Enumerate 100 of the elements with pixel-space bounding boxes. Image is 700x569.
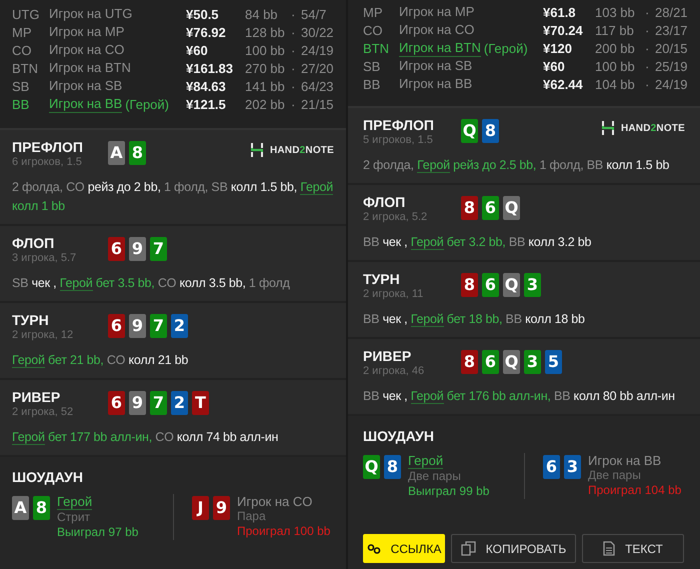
playing-card: 6 bbox=[108, 237, 125, 261]
hero-tag: (Герой) bbox=[484, 40, 528, 58]
playing-card: A bbox=[12, 496, 29, 520]
playing-card: 9 bbox=[129, 237, 146, 261]
player-name: Игрок на BB bbox=[399, 76, 472, 92]
playing-card: 6 bbox=[482, 196, 499, 220]
dot-separator: · bbox=[291, 24, 296, 42]
player-stats: 24/19 bbox=[655, 76, 688, 94]
playing-card: 3 bbox=[524, 273, 541, 297]
playing-card: 8 bbox=[129, 141, 146, 165]
stack-amount: ¥121.5 bbox=[186, 96, 227, 114]
player-name[interactable]: Игрок на BB bbox=[49, 96, 122, 113]
playing-card: 6 bbox=[108, 391, 125, 415]
hand-rank: Стрит bbox=[57, 510, 92, 525]
position-label: MP bbox=[363, 4, 384, 22]
player-name[interactable]: Герой bbox=[57, 494, 92, 510]
stack-bb: 103 bb bbox=[595, 4, 636, 22]
street-title: РИВЕР bbox=[12, 389, 62, 406]
action-line: Герой бет 21 bb, CO колл 21 bb bbox=[12, 352, 190, 370]
stack-bb: 84 bb bbox=[245, 6, 279, 24]
playing-card: 6 bbox=[108, 314, 125, 338]
position-label: SB bbox=[363, 58, 382, 76]
result-text: Проиграл 104 bb bbox=[588, 483, 682, 498]
logo-icon bbox=[600, 120, 615, 136]
position-label: BTN bbox=[12, 60, 39, 78]
playing-card: Q bbox=[461, 119, 478, 143]
playing-card: 8 bbox=[482, 119, 499, 143]
stack-bb: 141 bb bbox=[245, 78, 286, 96]
player-name: Игрок на SB bbox=[399, 58, 472, 74]
stack-bb: 117 bb bbox=[595, 22, 635, 40]
player-name: Игрок на SB bbox=[49, 78, 122, 94]
player-name: Игрок на CO bbox=[237, 494, 312, 509]
result-text: Проиграл 100 bb bbox=[237, 524, 330, 539]
dot-separator: · bbox=[291, 60, 296, 78]
player-name[interactable]: Игрок на BTN bbox=[399, 40, 481, 57]
street-title: ФЛОП bbox=[12, 235, 56, 252]
copy-button[interactable]: КОПИРОВАТЬ bbox=[451, 534, 576, 563]
action-line: BB чек , Герой бет 176 bb алл-ин, BB колл 80 bb алл-ин bbox=[363, 388, 676, 406]
dot-separator: · bbox=[291, 96, 296, 114]
street-title: ПРЕФЛОП bbox=[363, 117, 435, 134]
playing-card: 9 bbox=[129, 314, 146, 338]
playing-card: 3 bbox=[524, 350, 541, 374]
action-line: Герой бет 177 bb алл-ин, CO колл 74 bb алл-ин bbox=[12, 429, 280, 447]
street-title: ТУРН bbox=[363, 271, 401, 288]
player-stats: 23/17 bbox=[655, 22, 688, 40]
street-info: 2 игрока, 52 bbox=[12, 406, 74, 419]
link-button[interactable]: ССЫЛКА bbox=[363, 534, 445, 563]
stack-bb: 200 bb bbox=[595, 40, 636, 58]
player-name: Игрок на CO bbox=[49, 42, 124, 58]
player-name[interactable]: Герой bbox=[408, 453, 444, 469]
playing-card: 7 bbox=[150, 391, 167, 415]
player-name: Игрок на UTG bbox=[49, 6, 132, 22]
street-title: ТУРН bbox=[12, 312, 50, 329]
player-stats: 20/15 bbox=[655, 40, 688, 58]
position-label: SB bbox=[12, 78, 30, 96]
dot-separator: · bbox=[645, 58, 650, 76]
stack-amount: ¥60 bbox=[186, 42, 209, 60]
playing-card: 8 bbox=[461, 196, 478, 220]
logo-icon bbox=[250, 142, 264, 158]
player-name: Игрок на CO bbox=[399, 22, 474, 38]
playing-card: 8 bbox=[384, 455, 401, 479]
player-name: Игрок на BTN bbox=[49, 60, 131, 76]
playing-card: Q bbox=[503, 350, 520, 374]
street-info: 2 игрока, 5.2 bbox=[363, 211, 428, 224]
action-line: BB чек , Герой бет 3.2 bb, BB колл 3.2 bb bbox=[363, 234, 592, 252]
player-stats: 64/23 bbox=[301, 78, 334, 96]
stack-bb: 202 bb bbox=[245, 96, 286, 114]
street-info: 2 игрока, 12 bbox=[12, 329, 74, 342]
stack-amount: ¥70.24 bbox=[543, 22, 584, 40]
playing-card: J bbox=[192, 496, 209, 520]
hand-rank: Пара bbox=[237, 509, 267, 524]
playing-card: Q bbox=[363, 455, 380, 479]
player-name: Игрок на MP bbox=[49, 24, 124, 40]
player-stats: 25/19 bbox=[655, 58, 688, 76]
playing-card: 6 bbox=[482, 350, 499, 374]
player-name: Игрок на BB bbox=[588, 453, 662, 468]
stack-amount: ¥62.44 bbox=[543, 76, 584, 94]
text-button[interactable]: ТЕКСТ bbox=[582, 534, 684, 563]
playing-card: Q bbox=[503, 273, 520, 297]
position-label: CO bbox=[363, 22, 384, 40]
position-label: UTG bbox=[12, 6, 40, 24]
hand-rank: Две пары bbox=[588, 468, 642, 483]
showdown-title: ШОУДАУН bbox=[12, 469, 84, 486]
copy-icon bbox=[460, 541, 476, 556]
dot-separator: · bbox=[291, 42, 296, 60]
action-line: 2 фолда, Герой рейз до 2.5 bb, 1 фолд, BB колл 1.5 bb bbox=[363, 157, 670, 175]
stack-amount: ¥60 bbox=[543, 58, 566, 76]
stack-bb: 100 bb bbox=[595, 58, 636, 76]
playing-card: 9 bbox=[129, 391, 146, 415]
street-info: 2 игрока, 46 bbox=[363, 365, 426, 378]
dot-separator: · bbox=[645, 22, 650, 40]
playing-card: 2 bbox=[171, 391, 188, 415]
position-label: BB bbox=[363, 76, 382, 94]
logo-text: HAND2NOTE bbox=[270, 144, 334, 156]
dot-separator: · bbox=[291, 78, 296, 96]
player-stats: 28/21 bbox=[655, 4, 688, 22]
stack-bb: 128 bb bbox=[245, 24, 286, 42]
street-info: 3 игрока, 5.7 bbox=[12, 252, 78, 265]
street-title: ПРЕФЛОП bbox=[12, 139, 84, 156]
stack-amount: ¥61.8 bbox=[543, 4, 577, 22]
